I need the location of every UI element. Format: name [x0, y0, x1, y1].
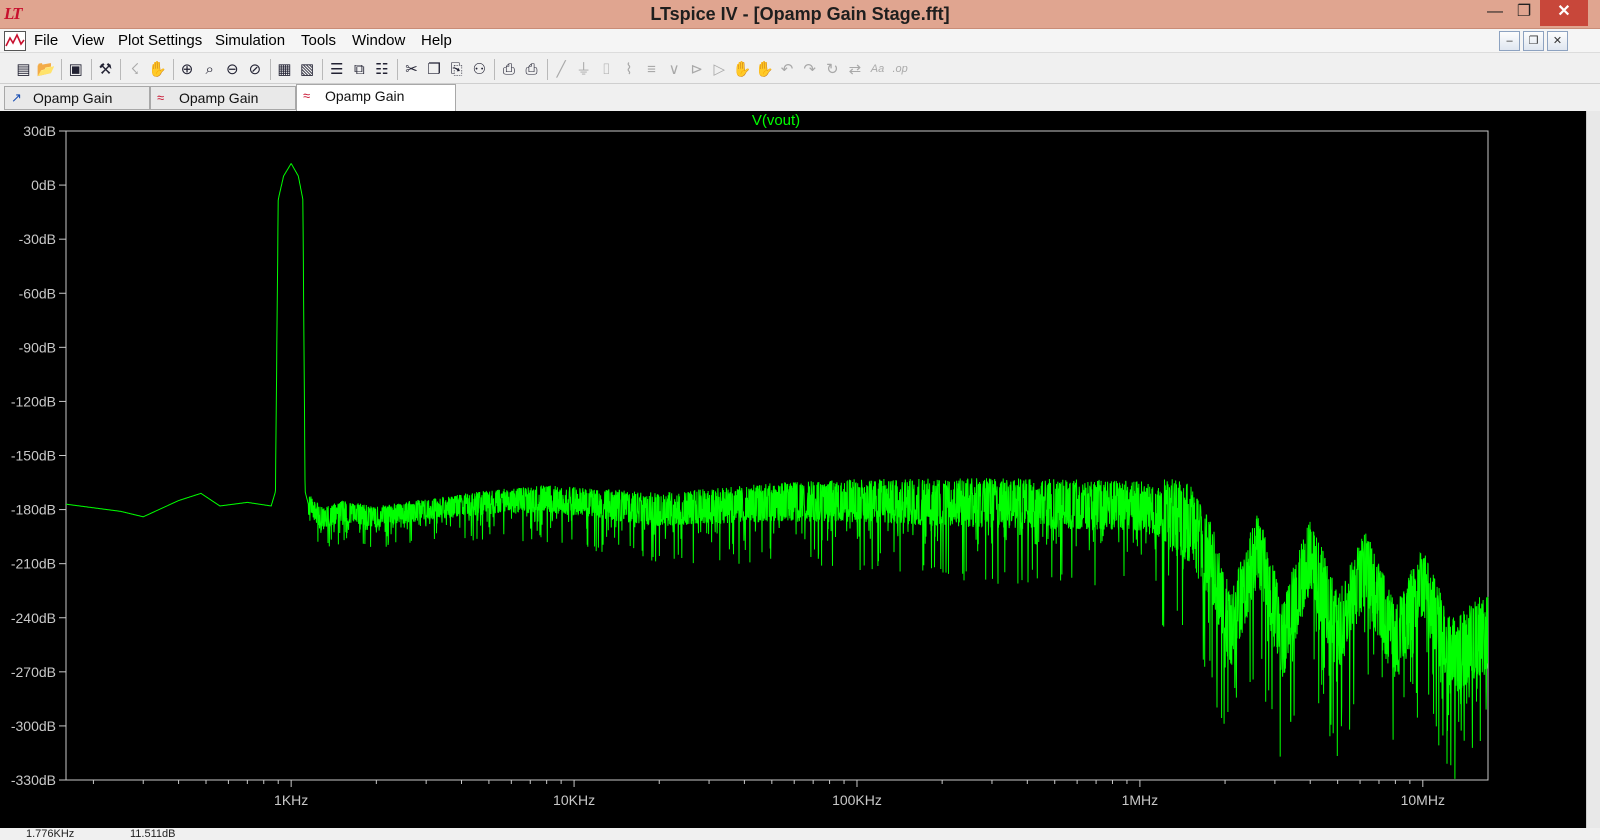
toolbar: ▤ 📂 ▣ ⚒ ☇ ✋ ⊕ ⌕ ⊖ ⊘ ▦ ▧ ☰ ⧉ ☷ ✂ ❐ ⎘ ⚇ ⎙ ⎙ ╱ ⏚ ⌷ ⌇ ≡ ∨ ⊳ ▷ ✋ ✋ ↶ ↷ ↻ ⇄ Aa .op — [0, 55, 1600, 84]
fft-plot[interactable]: 30dB 0dB -30dB -60dB -90dB -120dB -150dB -180dB… — [0, 111, 1586, 828]
tile-horizontal-icon[interactable]: ☰ — [327, 60, 346, 79]
move-icon[interactable]: ✋ — [732, 60, 752, 79]
y-tick-label[interactable]: -270dB — [11, 664, 56, 680]
y-tick-label[interactable]: -120dB — [11, 393, 56, 409]
tile-vertical-icon[interactable]: ☷ — [372, 60, 391, 79]
resistor-icon[interactable]: ⌇ — [619, 60, 638, 79]
menu-plot-settings[interactable]: Plot Settings — [118, 32, 202, 49]
run-icon[interactable]: ☇ — [125, 60, 144, 79]
toolbar-separator — [270, 59, 271, 80]
menu-bar: File View Plot Settings Simulation Tools… — [0, 29, 1600, 53]
paste-icon[interactable]: ⎘ — [447, 60, 466, 79]
status-bar: 1.776KHz 11.511dB — [0, 828, 1600, 840]
y-tick-label[interactable]: -180dB — [11, 502, 56, 518]
cascade-icon[interactable]: ⧉ — [350, 60, 369, 79]
y-tick-label[interactable]: -30dB — [19, 231, 56, 247]
component-icon[interactable]: ▷ — [710, 60, 729, 79]
maximize-icon[interactable]: ❐ — [1510, 0, 1538, 26]
zoom-extents-icon[interactable]: ▧ — [298, 60, 317, 79]
mdi-restore-icon[interactable]: ❐ — [1523, 31, 1544, 51]
tab-schematic[interactable]: ↗ Opamp Gain Stage — [4, 86, 150, 128]
save-icon[interactable]: ▣ — [66, 60, 85, 79]
toolbar-separator — [397, 59, 398, 80]
zoom-in-icon[interactable]: ⊕ — [178, 60, 197, 79]
y-tick-label[interactable]: -330dB — [11, 772, 56, 788]
cursor-y-readout: 11.511dB — [130, 828, 176, 840]
tab-waveform[interactable]: ≈ Opamp Gain Stage — [150, 86, 296, 128]
x-tick-label[interactable]: 1MHz — [1122, 792, 1159, 808]
tab-bar: ↗ Opamp Gain Stage ≈ Opamp Gain Stage ≈ … — [0, 84, 1600, 128]
inductor-icon[interactable]: ∨ — [665, 60, 684, 79]
document-waveform-icon[interactable] — [4, 31, 26, 51]
close-icon[interactable]: ✕ — [1540, 0, 1588, 26]
capacitor-icon[interactable]: ≡ — [642, 60, 661, 79]
schematic-icon: ↗ — [11, 90, 22, 105]
title-bar[interactable]: LT LTspice IV - [Opamp Gain Stage.fft] —… — [0, 0, 1600, 29]
toolbar-separator — [546, 59, 548, 80]
toolbar-separator — [90, 59, 92, 80]
toolbar-separator — [61, 59, 63, 80]
zoom-cancel-icon[interactable]: ⊘ — [245, 60, 264, 79]
toolbar-separator — [322, 59, 324, 80]
drag-icon[interactable]: ✋ — [755, 60, 774, 79]
x-tick-label[interactable]: 100KHz — [832, 792, 882, 808]
plot-frame — [65, 130, 1489, 781]
copy-icon[interactable]: ❐ — [425, 60, 444, 79]
y-tick-label[interactable]: -150dB — [11, 448, 56, 464]
autorange-icon[interactable]: ▦ — [275, 60, 294, 79]
zoom-pan-icon[interactable]: ⌕ — [200, 60, 219, 79]
zoom-out-icon[interactable]: ⊖ — [223, 60, 242, 79]
undo-icon[interactable]: ↶ — [778, 60, 797, 79]
x-tick-label[interactable]: 1KHz — [274, 792, 308, 808]
waveform-icon: ≈ — [303, 88, 311, 103]
print-icon[interactable]: ⎙ — [522, 60, 541, 79]
y-tick-label[interactable]: -60dB — [19, 285, 56, 301]
y-tick-label[interactable]: -300dB — [11, 718, 56, 734]
mirror-icon[interactable]: ⇄ — [845, 60, 864, 79]
label-net-icon[interactable]: ⌷ — [597, 60, 616, 79]
waveform-plot-pane[interactable]: 30dB 0dB -30dB -60dB -90dB -120dB -150dB -180dB… — [0, 111, 1586, 828]
y-tick-label[interactable]: -240dB — [11, 610, 56, 626]
ground-icon[interactable]: ⏚ — [574, 60, 593, 79]
cursor-x-readout: 1.776KHz — [26, 828, 75, 840]
minimize-icon[interactable]: — — [1481, 0, 1509, 26]
menu-help[interactable]: Help — [421, 32, 452, 49]
menu-tools[interactable]: Tools — [301, 32, 336, 49]
diode-icon[interactable]: ⊳ — [687, 60, 706, 79]
mdi-close-icon[interactable]: ✕ — [1547, 31, 1568, 51]
y-tick-label[interactable]: -210dB — [11, 556, 56, 572]
y-tick-label[interactable]: 0dB — [31, 177, 56, 193]
print-preview-icon[interactable]: ⎙ — [499, 60, 518, 79]
control-panel-icon[interactable]: ⚒ — [96, 60, 115, 79]
toolbar-separator — [120, 59, 122, 80]
window-title: LTspice IV - [Opamp Gain Stage.fft] — [650, 4, 950, 24]
menu-window[interactable]: Window — [352, 32, 405, 49]
wire-icon[interactable]: ╱ — [552, 60, 571, 79]
y-tick-label[interactable]: -90dB — [19, 339, 56, 355]
vertical-scrollbar[interactable] — [1586, 111, 1600, 828]
text-icon[interactable]: Aa — [868, 60, 887, 79]
y-tick-label[interactable]: 30dB — [23, 123, 56, 139]
cut-icon[interactable]: ✂ — [402, 60, 421, 79]
open-icon[interactable]: 📂 — [37, 60, 56, 79]
x-tick-label[interactable]: 10MHz — [1401, 792, 1445, 808]
waveform-icon: ≈ — [157, 90, 165, 105]
toolbar-separator — [494, 59, 496, 80]
mdi-minimize-icon[interactable]: – — [1499, 31, 1520, 51]
x-tick-label[interactable]: 10KHz — [553, 792, 595, 808]
tab-fft[interactable]: ≈ Opamp Gain Stage.fft — [296, 84, 456, 126]
redo-icon[interactable]: ↷ — [800, 60, 819, 79]
menu-file[interactable]: File — [34, 32, 58, 49]
toolbar-separator — [172, 59, 174, 80]
trace-label-vout[interactable]: V(vout) — [752, 112, 800, 129]
menu-view[interactable]: View — [72, 32, 104, 49]
trace-vout[interactable] — [66, 162, 1489, 779]
rotate-icon[interactable]: ↻ — [823, 60, 842, 79]
spice-directive-icon[interactable]: .op — [891, 60, 910, 79]
menu-simulation[interactable]: Simulation — [215, 32, 285, 49]
halt-icon[interactable]: ✋ — [148, 60, 167, 79]
find-icon[interactable]: ⚇ — [470, 60, 489, 79]
new-schematic-icon[interactable]: ▤ — [14, 60, 33, 79]
